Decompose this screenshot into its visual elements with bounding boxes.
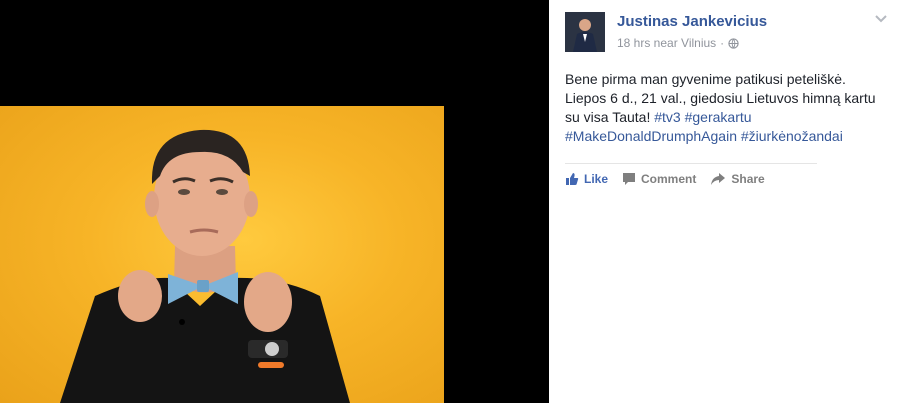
share-arrow-icon xyxy=(711,173,726,185)
comment-label: Comment xyxy=(641,172,697,186)
post-text-plain: Bene pirma man gyvenime patikusi peteliš… xyxy=(565,71,846,87)
thumbs-up-icon xyxy=(566,173,579,185)
like-label: Like xyxy=(584,172,609,186)
post-text-line: su visa Tauta! #tv3 #gerakartu xyxy=(565,108,865,127)
post-text-plain: su visa Tauta! xyxy=(565,109,655,125)
person-illustration xyxy=(60,129,350,403)
post-sidebar: Justinas Jankevicius 18 hrs near Vilnius… xyxy=(549,0,897,403)
post-text-plain: Liepos 6 d., 21 val., giedosiu Lietuvos … xyxy=(565,90,876,106)
author-name[interactable]: Justinas Jankevicius xyxy=(617,13,767,30)
hashtag-links[interactable]: #tv3 #gerakartu xyxy=(654,109,751,125)
post-text-line: Liepos 6 d., 21 val., giedosiu Lietuvos … xyxy=(565,89,876,108)
post-meta: 18 hrs near Vilnius · xyxy=(617,36,739,50)
post-time[interactable]: 18 hrs near Vilnius xyxy=(617,36,716,50)
post-text-line: Bene pirma man gyvenime patikusi peteliš… xyxy=(565,70,865,89)
comment-button[interactable]: Comment xyxy=(622,172,696,186)
divider xyxy=(565,163,817,164)
share-label: Share xyxy=(731,172,765,186)
like-button[interactable]: Like xyxy=(565,172,608,186)
post-actions: Like Comment Share xyxy=(565,172,779,186)
author-avatar[interactable] xyxy=(565,12,605,52)
post-text: Bene pirma man gyvenime patikusi peteliš… xyxy=(565,70,876,146)
speech-bubble-icon xyxy=(623,173,636,185)
chevron-down-icon[interactable] xyxy=(875,14,887,24)
meta-separator: · xyxy=(720,36,725,50)
post-photo[interactable] xyxy=(0,106,444,403)
photo-viewer xyxy=(0,0,549,403)
post-text-line: #MakeDonaldDrumphAgain #žiurkėnožandai xyxy=(565,127,865,146)
share-button[interactable]: Share xyxy=(710,172,765,186)
avatar-image xyxy=(565,12,605,52)
hashtag-links[interactable]: #MakeDonaldDrumphAgain #žiurkėnožandai xyxy=(565,128,843,144)
globe-icon[interactable] xyxy=(728,37,739,49)
